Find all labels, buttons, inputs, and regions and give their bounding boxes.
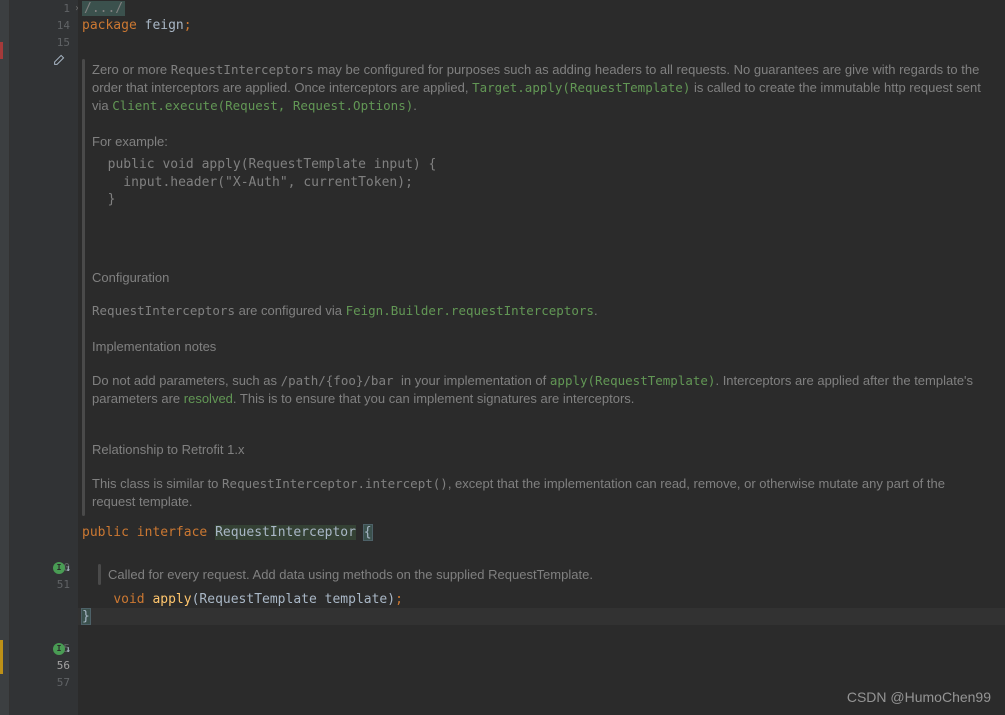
code-area[interactable]: /.../ package feign; Zero or more Reques… — [78, 0, 1005, 715]
doc-code: RequestInterceptors — [171, 62, 314, 77]
method-sig: (RequestTemplate template) — [192, 592, 396, 607]
gutter-line[interactable]: I 55 — [10, 640, 78, 657]
gutter-spacer — [10, 68, 78, 559]
package-name: feign — [137, 18, 184, 33]
error-marker — [0, 42, 3, 59]
line-number: 51 — [50, 578, 70, 591]
doc-code: RequestInterceptor.intercept() — [222, 476, 448, 491]
doc-paragraph: This class is similar to RequestIntercep… — [92, 475, 991, 510]
gutter-line[interactable]: 1 › — [10, 0, 78, 17]
gutter-line[interactable]: I 50 — [10, 559, 78, 576]
line-number: 1 — [50, 2, 70, 15]
doc-paragraph: RequestInterceptors are configured via F… — [92, 302, 991, 320]
pencil-icon[interactable] — [52, 53, 66, 67]
warning-marker — [0, 640, 3, 657]
doc-link[interactable]: RequestTemplate — [488, 567, 589, 582]
javadoc-rendered[interactable]: Zero or more RequestInterceptors may be … — [78, 51, 1005, 524]
doc-code: RequestInterceptors — [92, 303, 235, 318]
doc-code-block: public void apply(RequestTemplate input)… — [92, 156, 991, 209]
keyword-public: public — [82, 525, 129, 540]
code-line[interactable]: } — [78, 608, 1005, 625]
keyword-package: package — [82, 18, 137, 33]
line-number: 15 — [50, 36, 70, 49]
doc-link[interactable]: Client.execute(Request, Request.Options) — [112, 98, 413, 113]
doc-paragraph: Called for every request. Add data using… — [108, 566, 991, 583]
line-number: 14 — [50, 19, 70, 32]
gutter-line[interactable]: 14 — [10, 17, 78, 34]
doc-heading: Implementation notes — [92, 338, 991, 356]
doc-heading: Relationship to Retrofit 1.x — [92, 441, 991, 459]
code-line[interactable]: /.../ — [78, 0, 1005, 17]
doc-code: /path/{foo}/bar — [281, 373, 401, 388]
doc-example-label: For example: — [92, 133, 991, 151]
method-name: apply — [152, 592, 191, 607]
keyword-interface: interface — [137, 525, 207, 540]
javadoc-rendered-inner[interactable]: Called for every request. Add data using… — [94, 558, 1005, 591]
doc-paragraph: Zero or more RequestInterceptors may be … — [92, 61, 991, 115]
code-line[interactable] — [78, 34, 1005, 51]
code-line[interactable]: void apply(RequestTemplate template); — [78, 591, 1005, 608]
semicolon: ; — [184, 18, 192, 33]
code-line[interactable]: public interface RequestInterceptor { — [78, 524, 1005, 541]
code-line[interactable]: package feign; — [78, 17, 1005, 34]
line-number: 57 — [50, 676, 70, 689]
gutter-line[interactable]: 56 — [10, 657, 78, 674]
watermark: CSDN @HumoChen99 — [847, 689, 991, 705]
doc-link[interactable]: resolved — [184, 391, 233, 406]
doc-link[interactable]: apply(RequestTemplate) — [550, 373, 716, 388]
gutter[interactable]: 1 › 14 15 I 50 51 I 55 56 57 — [10, 0, 78, 715]
code-line[interactable] — [78, 541, 1005, 558]
brace: { — [363, 524, 373, 541]
line-number: 56 — [50, 659, 70, 672]
gutter-line[interactable]: 57 — [10, 674, 78, 691]
implementers-icon[interactable]: I — [52, 561, 66, 575]
doc-border — [98, 564, 101, 585]
doc-link[interactable]: Target.apply(RequestTemplate) — [472, 80, 690, 95]
gutter-line[interactable] — [10, 51, 78, 68]
doc-border — [82, 59, 85, 516]
doc-paragraph: Do not add parameters, such as /path/{fo… — [92, 372, 991, 407]
left-strip — [0, 0, 10, 715]
type-name: RequestInterceptor — [215, 525, 356, 540]
gutter-line[interactable]: 51 — [10, 576, 78, 593]
implementers-icon[interactable]: I — [52, 642, 66, 656]
code-editor[interactable]: 1 › 14 15 I 50 51 I 55 56 57 /.../ packa — [0, 0, 1005, 715]
folded-comment[interactable]: /.../ — [82, 1, 125, 16]
gutter-spacer — [10, 593, 78, 640]
semicolon: ; — [395, 592, 403, 607]
keyword-void: void — [113, 592, 144, 607]
brace: } — [81, 608, 91, 625]
gutter-line[interactable]: 15 — [10, 34, 78, 51]
warning-marker — [0, 657, 3, 674]
doc-heading: Configuration — [92, 269, 991, 287]
code-line[interactable] — [78, 625, 1005, 642]
doc-link[interactable]: Feign.Builder.requestInterceptors — [346, 303, 594, 318]
